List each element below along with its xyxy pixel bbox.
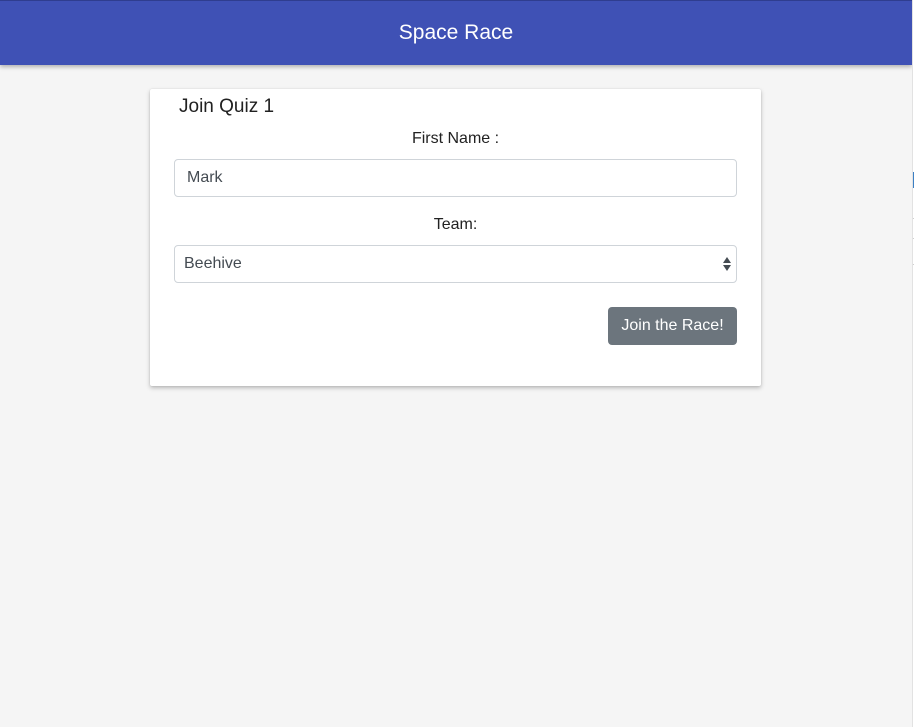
page: Space Race Join Quiz 1 First Name : Team…	[0, 0, 912, 727]
select-arrows-icon	[722, 255, 732, 273]
team-label: Team:	[433, 216, 478, 233]
app-bar: Space Race	[0, 0, 912, 65]
join-race-button[interactable]: Join the Race!	[608, 307, 737, 345]
card-title: Join Quiz 1	[179, 96, 275, 117]
team-select-value: Beehive	[184, 255, 242, 272]
team-select[interactable]: Beehive	[174, 245, 737, 283]
first-name-input[interactable]	[174, 159, 737, 197]
first-name-label: First Name :	[411, 130, 500, 147]
app-title: Space Race	[398, 21, 514, 44]
join-quiz-card: Join Quiz 1 First Name : Team: Beehive J…	[150, 89, 761, 386]
